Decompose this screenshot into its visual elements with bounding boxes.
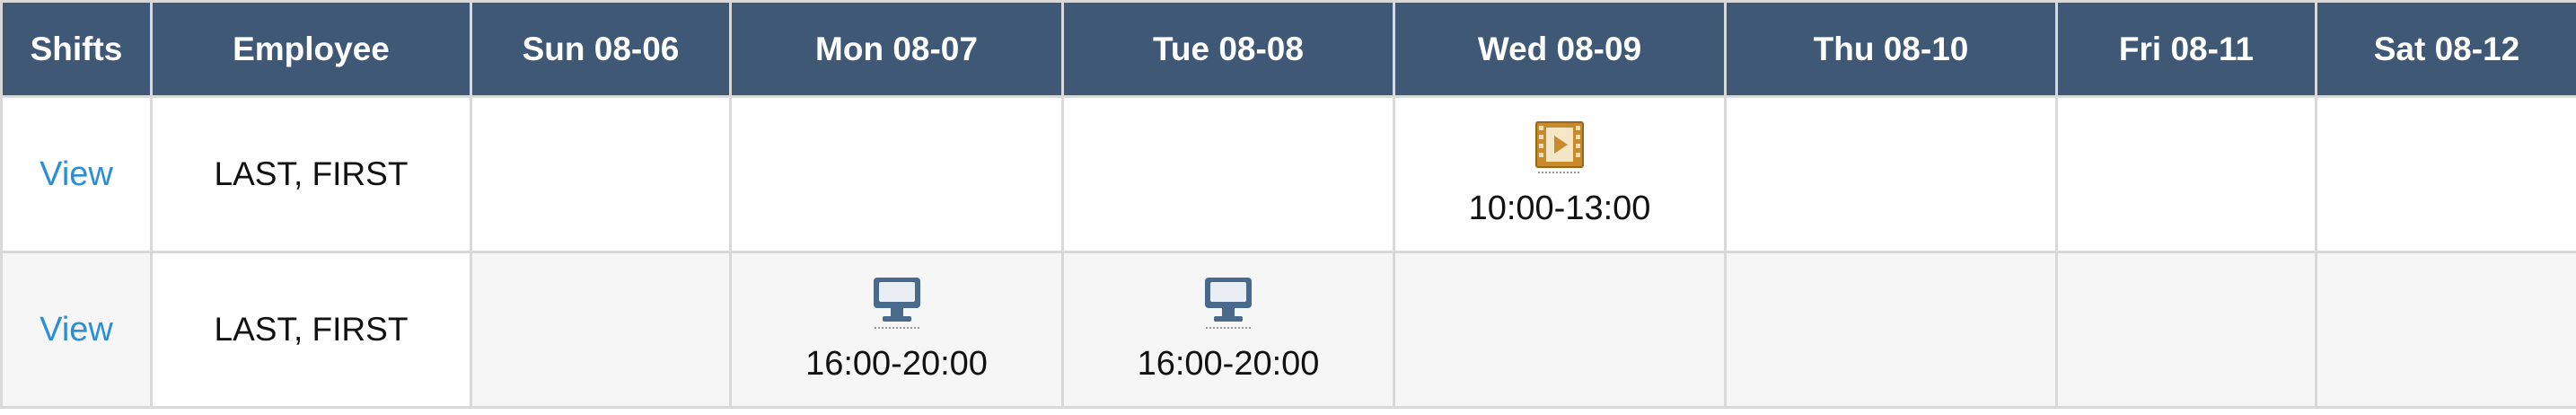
shift-cell-mon — [729, 95, 1064, 253]
shift-cell-sun — [470, 95, 732, 253]
header-day-thu: Thu 08-10 — [1724, 0, 2058, 98]
view-link[interactable]: View — [40, 311, 113, 349]
shift-cell-wed: 10:00-13:00 — [1393, 95, 1727, 253]
header-day-wed: Wed 08-09 — [1393, 0, 1727, 98]
film-icon[interactable] — [1534, 120, 1585, 184]
shift-time: 16:00-20:00 — [805, 345, 988, 383]
shift-cell-tue — [1061, 95, 1395, 253]
shift-cell-sat — [2315, 95, 2576, 253]
shift-entry[interactable]: 16:00-20:00 — [1137, 276, 1320, 384]
shift-cell-tue: 16:00-20:00 — [1061, 251, 1395, 409]
header-day-sun: Sun 08-06 — [470, 0, 732, 98]
shift-cell-fri — [2055, 251, 2317, 409]
shift-cell-mon: 16:00-20:00 — [729, 251, 1064, 409]
shift-entry[interactable]: 10:00-13:00 — [1468, 120, 1651, 228]
header-shifts: Shifts — [0, 0, 153, 98]
monitor-icon[interactable] — [871, 276, 923, 340]
header-day-tue: Tue 08-08 — [1061, 0, 1395, 98]
shift-time: 10:00-13:00 — [1468, 190, 1651, 227]
header-day-sat: Sat 08-12 — [2315, 0, 2576, 98]
schedule-table: Shifts Employee Sun 08-06 Mon 08-07 Tue … — [0, 0, 2576, 409]
view-cell: View — [0, 251, 153, 409]
header-employee: Employee — [150, 0, 472, 98]
shift-cell-thu — [1724, 95, 2058, 253]
table-row: View LAST, FIRST 10:00-13:00 — [0, 95, 2576, 253]
employee-name: LAST, FIRST — [150, 95, 472, 253]
monitor-icon[interactable] — [1202, 276, 1254, 340]
table-row: View LAST, FIRST 16:00-20:00 16:00-20:00 — [0, 251, 2576, 409]
shift-cell-sat — [2315, 251, 2576, 409]
header-day-mon: Mon 08-07 — [729, 0, 1064, 98]
shift-cell-fri — [2055, 95, 2317, 253]
header-row: Shifts Employee Sun 08-06 Mon 08-07 Tue … — [0, 0, 2576, 98]
view-cell: View — [0, 95, 153, 253]
employee-name: LAST, FIRST — [150, 251, 472, 409]
shift-cell-thu — [1724, 251, 2058, 409]
shift-cell-sun — [470, 251, 732, 409]
view-link[interactable]: View — [40, 155, 113, 193]
shift-cell-wed — [1393, 251, 1727, 409]
shift-entry[interactable]: 16:00-20:00 — [805, 276, 988, 384]
shift-time: 16:00-20:00 — [1137, 345, 1320, 383]
header-day-fri: Fri 08-11 — [2055, 0, 2317, 98]
